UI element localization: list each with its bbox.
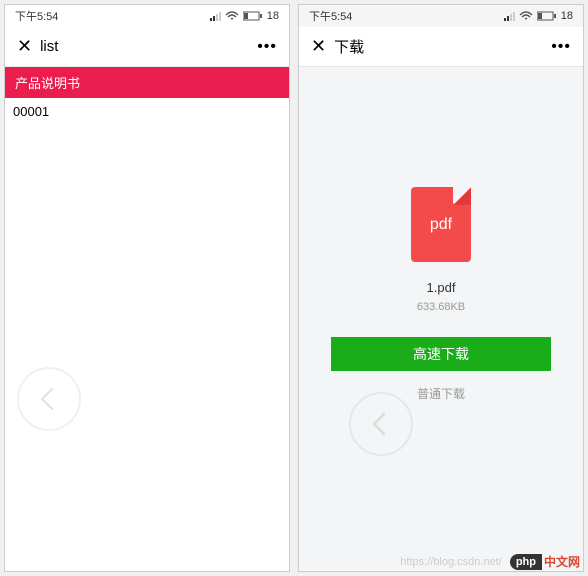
php-logo: php (510, 554, 542, 570)
watermark-url: https://blog.csdn.net/ (400, 556, 502, 568)
normal-download-button[interactable]: 普通下载 (417, 385, 465, 402)
page-title: list (40, 38, 58, 55)
status-right: 18 (504, 10, 573, 22)
nav-bar: ✕ 下载 ••• (299, 27, 583, 67)
battery-icon (243, 11, 263, 21)
phone-screen-list: 下午5:54 18 ✕ list ••• 产品说明书 00001 (4, 4, 290, 572)
fast-download-button[interactable]: 高速下载 (331, 337, 551, 371)
battery-icon (537, 11, 557, 21)
section-header: 产品说明书 (5, 67, 289, 98)
file-name: 1.pdf (427, 280, 456, 295)
watermark: https://blog.csdn.net/ php 中文网 (400, 553, 580, 570)
battery-level: 18 (267, 10, 279, 22)
gesture-back-icon (17, 367, 81, 431)
list-item[interactable]: 00001 (5, 98, 289, 125)
wifi-icon (519, 11, 533, 21)
more-icon[interactable]: ••• (551, 38, 571, 56)
signal-icon (504, 12, 515, 21)
nav-bar: ✕ list ••• (5, 27, 289, 67)
pdf-icon-text: pdf (430, 216, 452, 234)
signal-icon (210, 12, 221, 21)
more-icon[interactable]: ••• (257, 38, 277, 56)
status-right: 18 (210, 10, 279, 22)
wifi-icon (225, 11, 239, 21)
status-time: 下午5:54 (15, 8, 58, 24)
close-icon[interactable]: ✕ (17, 36, 32, 57)
file-size: 633.68KB (417, 301, 465, 313)
status-bar: 下午5:54 18 (5, 5, 289, 27)
status-bar: 下午5:54 18 (299, 5, 583, 27)
battery-level: 18 (561, 10, 573, 22)
watermark-text: 中文网 (544, 553, 580, 570)
close-icon[interactable]: ✕ (311, 36, 326, 57)
status-time: 下午5:54 (309, 8, 352, 24)
download-content: pdf 1.pdf 633.68KB 高速下载 普通下载 (299, 67, 583, 571)
phone-screen-download: 下午5:54 18 ✕ 下载 ••• pdf 1.pdf 633.68KB 高速… (298, 4, 584, 572)
pdf-file-icon: pdf (411, 187, 471, 262)
page-title: 下载 (334, 36, 364, 57)
